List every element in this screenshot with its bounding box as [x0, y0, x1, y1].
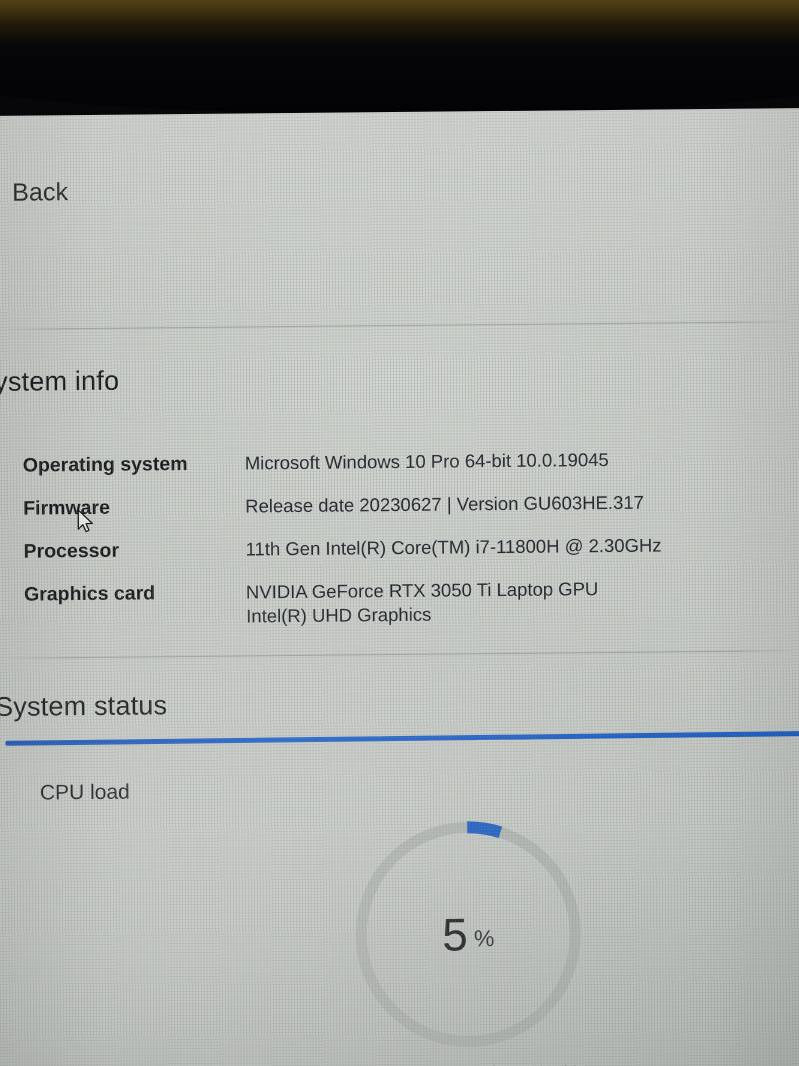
row-label-firmware: Firmware: [23, 496, 110, 520]
divider-middle: [0, 650, 799, 659]
row-label-processor: Processor: [23, 539, 120, 563]
cpu-voltage: 1242 mV: [508, 1062, 576, 1066]
os-value: Microsoft Windows 10 Pro 64-bit 10.0.190…: [244, 448, 609, 474]
system-info-table: Operating system Microsoft Windows 10 Pr…: [23, 446, 785, 649]
divider-top: [0, 321, 797, 330]
cpu-load-label: CPU load: [39, 780, 130, 805]
processor-value: 11th Gen Intel(R) Core(TM) i7-11800H @ 2…: [245, 534, 662, 560]
gauge-value-group: 5 %: [351, 817, 585, 1051]
table-row: Firmware Release date 20230627 | Version…: [23, 489, 783, 520]
table-row: Processor 11th Gen Intel(R) Core(TM) i7-…: [23, 532, 783, 563]
back-button[interactable]: Back: [0, 178, 68, 208]
system-status-heading: System status: [0, 690, 168, 722]
row-value-processor: 11th Gen Intel(R) Core(TM) i7-11800H @ 2…: [245, 533, 661, 561]
bezel-reflection: [0, 0, 799, 42]
lcd-screen: Back System info Operating system Micros…: [0, 108, 799, 1066]
table-row: Operating system Microsoft Windows 10 Pr…: [23, 446, 783, 477]
mouse-cursor-icon: [77, 509, 93, 533]
cpu-load-gauge: 5 %: [351, 817, 585, 1051]
gpu-value-primary: NVIDIA GeForce RTX 3050 Ti Laptop GPU: [245, 578, 599, 603]
row-value-firmware: Release date 20230627 | Version GU603HE.…: [245, 491, 644, 519]
laptop-screen-photo: Back System info Operating system Micros…: [0, 0, 799, 1066]
table-row: Graphics card NVIDIA GeForce RTX 3050 Ti…: [24, 575, 784, 630]
cpu-load-percent-symbol: %: [473, 924, 495, 951]
system-info-heading: System info: [0, 365, 120, 398]
row-label-operating-system: Operating system: [22, 453, 188, 477]
cpu-load-value: 5: [442, 908, 469, 961]
cpu-stats-line: Temperature 47 °C | 3945 MHz | 1242 mV: [5, 1060, 799, 1066]
gpu-value-secondary: Intel(R) UHD Graphics: [246, 603, 432, 627]
row-value-operating-system: Microsoft Windows 10 Pro 64-bit 10.0.190…: [245, 448, 609, 475]
accent-bar-system-status: [5, 731, 799, 746]
row-value-graphics-card: NVIDIA GeForce RTX 3050 Ti Laptop GPU In…: [246, 577, 599, 628]
firmware-value: Release date 20230627 | Version GU603HE.…: [245, 491, 644, 517]
myasus-system-page: Back System info Operating system Micros…: [0, 108, 799, 1066]
row-label-graphics-card: Graphics card: [23, 582, 156, 606]
back-button-label: Back: [12, 178, 69, 207]
